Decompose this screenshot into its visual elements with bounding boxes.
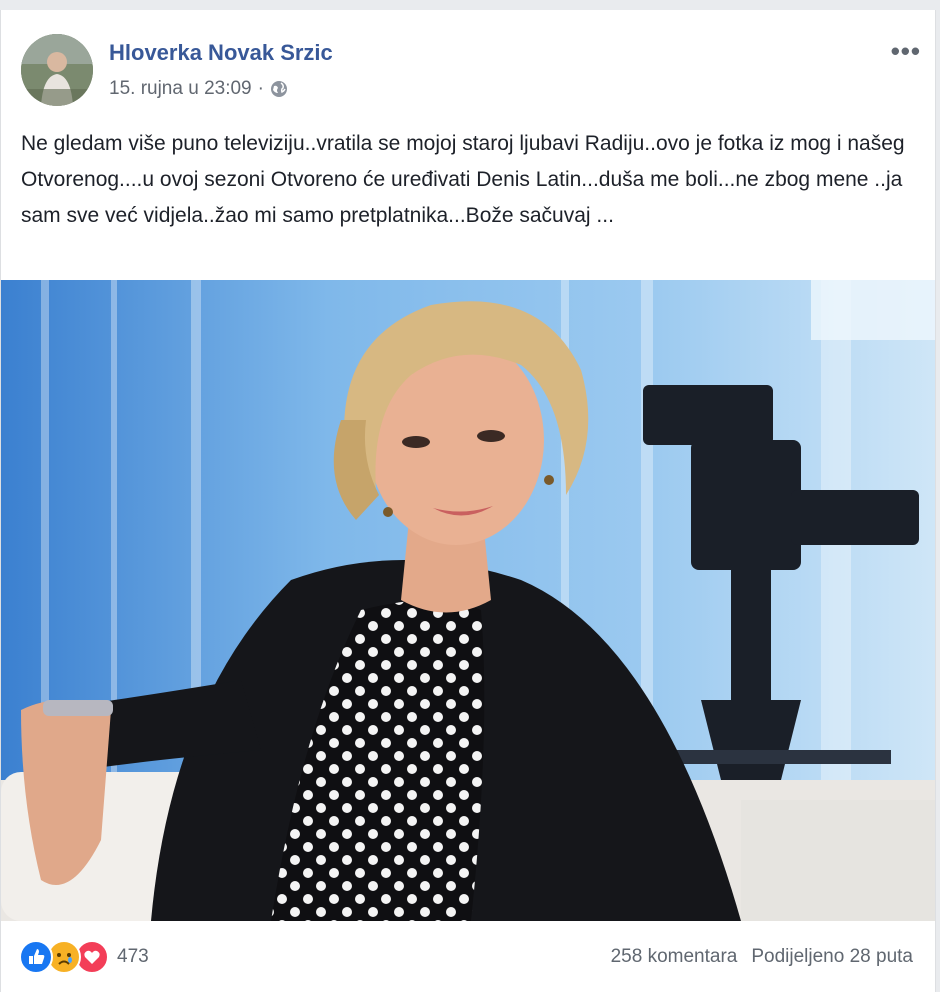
post-photo[interactable] (1, 280, 935, 921)
more-options-button[interactable]: ••• (891, 36, 921, 67)
comments-count-link[interactable]: 258 komentara (611, 946, 738, 968)
reaction-count: 473 (117, 946, 149, 967)
post-stats: 258 komentara Podijeljeno 28 puta (611, 946, 913, 968)
like-icon (19, 940, 53, 974)
author-avatar[interactable] (21, 34, 93, 106)
author-name[interactable]: Hloverka Novak Srzic (109, 40, 333, 66)
shares-count-link[interactable]: Podijeljeno 28 puta (751, 946, 913, 968)
post-text: Ne gledam više puno televiziju..vratila … (21, 132, 905, 227)
post-footer: 473 258 komentara Podijeljeno 28 puta (1, 936, 935, 982)
globe-icon[interactable] (270, 80, 288, 98)
post-card: Hloverka Novak Srzic 15. rujna u 23:09 ·… (0, 10, 936, 992)
post-timestamp[interactable]: 15. rujna u 23:09 (109, 78, 252, 100)
reactions-summary[interactable]: 473 (19, 940, 149, 974)
meta-separator: · (257, 78, 264, 99)
post-meta: 15. rujna u 23:09 · (109, 78, 288, 100)
